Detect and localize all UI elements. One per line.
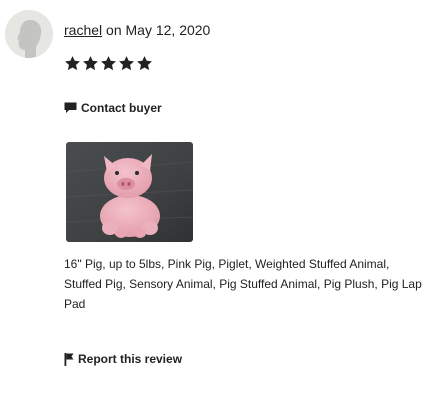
reviewer-name-link[interactable]: rachel bbox=[64, 22, 102, 38]
report-review-button[interactable]: Report this review bbox=[64, 352, 182, 366]
review-photo[interactable] bbox=[66, 142, 193, 242]
star-icon bbox=[101, 56, 116, 71]
star-icon bbox=[119, 56, 134, 71]
message-icon bbox=[64, 102, 77, 113]
review-item-title: 16" Pig, up to 5lbs, Pink Pig, Piglet, W… bbox=[64, 257, 422, 311]
star-icon bbox=[137, 56, 152, 71]
star-icon bbox=[83, 56, 98, 71]
avatar bbox=[5, 10, 53, 58]
contact-buyer-label: Contact buyer bbox=[81, 101, 162, 115]
contact-buyer-button[interactable]: Contact buyer bbox=[64, 101, 162, 115]
default-avatar-icon bbox=[5, 10, 53, 58]
flag-icon bbox=[64, 352, 74, 366]
report-review-label: Report this review bbox=[78, 352, 183, 366]
review-header: rachel on May 12, 2020 bbox=[64, 21, 210, 39]
date-prefix: on bbox=[106, 22, 122, 38]
star-rating bbox=[64, 55, 153, 72]
review-date: May 12, 2020 bbox=[125, 22, 211, 38]
star-icon bbox=[65, 56, 80, 71]
pig-plush-image bbox=[66, 142, 193, 242]
